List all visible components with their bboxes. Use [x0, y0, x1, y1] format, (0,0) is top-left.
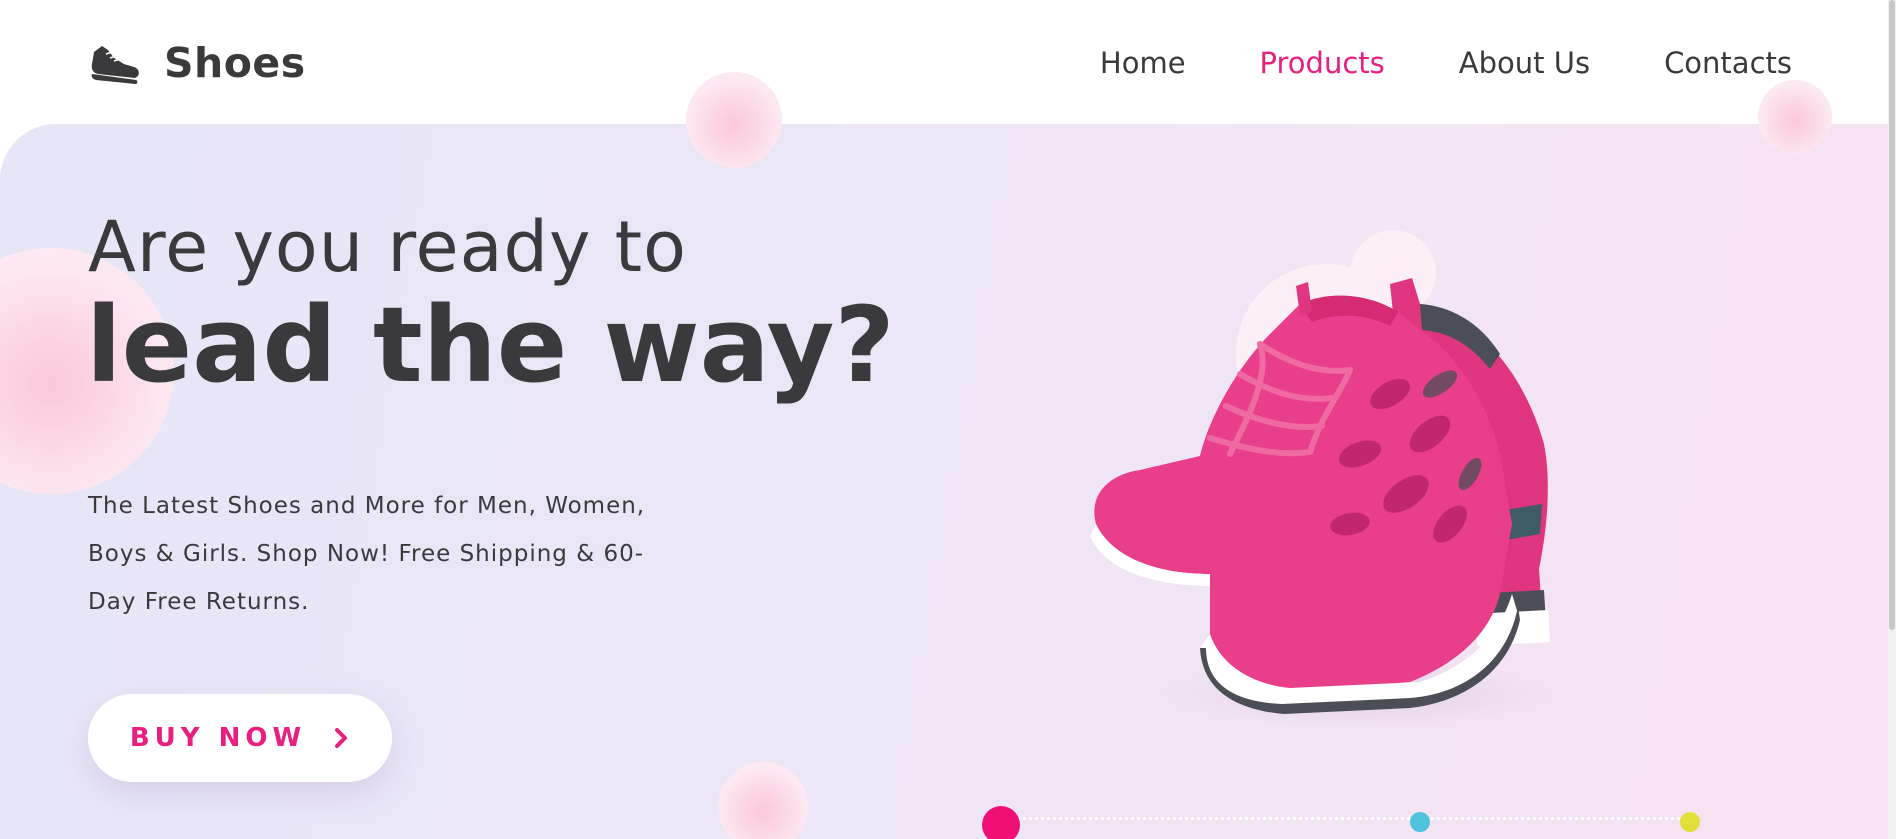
hero-description: The Latest Shoes and More for Men, Women…	[88, 493, 646, 615]
hero-headline-main: lead the way?	[86, 284, 895, 406]
brand-name: Shoes	[164, 39, 306, 87]
nav-products[interactable]: Products	[1260, 46, 1385, 80]
brand-logo[interactable]: Shoes	[88, 38, 306, 88]
page-scrollbar[interactable]	[1888, 0, 1896, 839]
buy-now-button[interactable]: BUY NOW	[88, 694, 392, 782]
decorative-bubble	[1758, 80, 1832, 154]
pink-sneakers-image	[1090, 278, 1590, 734]
nav-contacts[interactable]: Contacts	[1664, 46, 1792, 80]
hero-slider-indicators	[980, 806, 1700, 839]
hero-section: Are you ready to lead the way? The Lates…	[0, 124, 1888, 839]
site-header: Shoes Home Products About Us Contacts	[0, 0, 1896, 124]
scrollbar-thumb[interactable]	[1889, 0, 1895, 630]
slider-track	[1000, 817, 1680, 820]
slider-dot-3[interactable]	[1680, 812, 1700, 832]
chevron-right-icon	[335, 728, 348, 748]
buy-now-label: BUY NOW	[129, 723, 307, 753]
decorative-bubble	[686, 72, 782, 168]
slider-dot-1[interactable]	[982, 806, 1020, 839]
nav-about-us[interactable]: About Us	[1459, 46, 1590, 80]
decorative-bubble	[718, 762, 808, 839]
hero-headline-top: Are you ready to	[88, 206, 687, 288]
slider-dot-2[interactable]	[1410, 812, 1430, 832]
nav-home[interactable]: Home	[1100, 46, 1186, 80]
sneaker-icon	[91, 46, 139, 84]
main-nav: Home Products About Us Contacts	[1100, 46, 1792, 80]
